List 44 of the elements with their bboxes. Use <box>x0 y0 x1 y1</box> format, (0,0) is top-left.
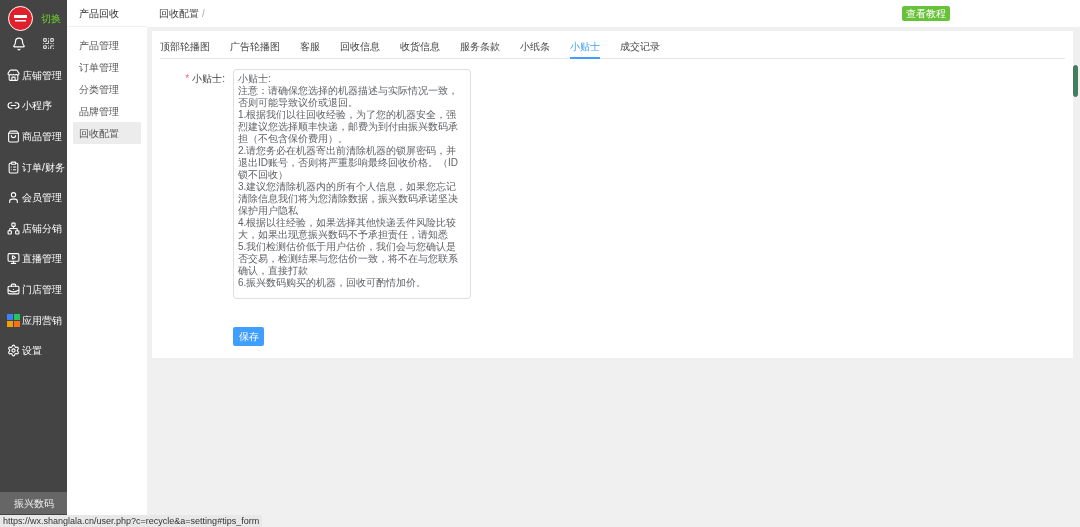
bag-icon <box>7 130 20 143</box>
tab[interactable]: 顶部轮播图 <box>160 39 210 59</box>
monitor-icon <box>7 252 20 266</box>
grid-icon <box>7 313 20 327</box>
tab[interactable]: 成交记录 <box>620 39 660 59</box>
tab[interactable]: 回收信息 <box>340 39 380 59</box>
nav-item[interactable]: 直播管理 <box>0 243 67 275</box>
tab[interactable]: 小纸条 <box>520 39 550 59</box>
tab[interactable]: 广告轮播图 <box>230 39 280 59</box>
bell-icon[interactable] <box>12 37 26 51</box>
nav-item[interactable]: 设置 <box>0 335 67 366</box>
url-tooltip: https://wx.shanglala.cn/user.php?c=recycle&a=setting#tips_form <box>0 515 263 527</box>
logo-icon <box>8 6 33 31</box>
nav-item[interactable]: 店铺管理 <box>0 60 67 91</box>
clipboard-icon <box>7 160 20 174</box>
subnav-item[interactable]: 品牌管理 <box>73 100 141 122</box>
breadcrumb-separator: / <box>202 7 205 21</box>
subnav-item[interactable]: 回收配置 <box>73 122 141 144</box>
required-mark: * <box>185 72 190 86</box>
scrollbar-thumb <box>1073 65 1078 97</box>
nav-item[interactable]: 应用营销 <box>0 304 67 336</box>
switch-link[interactable]: 切换 <box>41 11 61 26</box>
user-icon <box>7 191 20 205</box>
nav-item[interactable]: 会员管理 <box>0 182 67 213</box>
nav-item[interactable]: 门店管理 <box>0 274 67 305</box>
tab[interactable]: 收货信息 <box>400 39 440 59</box>
briefcase-icon <box>7 282 20 296</box>
field-label: 小贴士: <box>192 72 225 86</box>
nav-item[interactable]: 小程序 <box>0 90 67 122</box>
tab[interactable]: 服务条款 <box>460 39 500 59</box>
qr-code-icon[interactable] <box>42 37 55 50</box>
subnav-item[interactable]: 分类管理 <box>73 78 141 100</box>
subnav-item[interactable]: 产品管理 <box>73 34 141 56</box>
tab[interactable]: 客服 <box>300 39 320 59</box>
nav-item[interactable]: 商品管理 <box>0 121 67 152</box>
nav-item[interactable]: 订单/财务 <box>0 151 67 183</box>
subnav-item[interactable]: 订单管理 <box>73 56 141 78</box>
store-icon <box>7 68 20 82</box>
settings-icon <box>7 344 20 358</box>
footer-item[interactable]: 振兴数码 <box>0 492 67 514</box>
nav-item[interactable]: 店铺分销 <box>0 212 67 244</box>
tips-textarea[interactable]: 小贴士: 注意：请确保您选择的机器描述与实际情况一致，否则可能导致议价或退回。 1.根据我们以往回收经验，为了您的机器安全，强烈建议您选择顺丰快递，邮费为到付由振兴数码承担（不包含保价费用）。 2.请您务必在机器寄出前清除机器的锁屏密码，并退出ID账号，否则将严重影响最终回收价格。（ID锁不回收） 3.建议您清除机器内的所有个人信息，如果您忘记清除信息我们将为您清除数据，振兴数码承诺坚决保护用户隐私 4.根据以往经验，如果选择其他快递丢件风险比较大，如果出现意振兴数码不予承担责任，请知悉 5.我们检测估价低于用户估价，我们会与您确认是否交易，检测结果与您估价一致，将不在与您联系确认，直接打款 6.振兴数码购买的机器，回收可酌情加价。 <box>233 69 471 299</box>
network-icon <box>7 221 20 235</box>
breadcrumb[interactable]: 回收配置 <box>159 6 199 21</box>
